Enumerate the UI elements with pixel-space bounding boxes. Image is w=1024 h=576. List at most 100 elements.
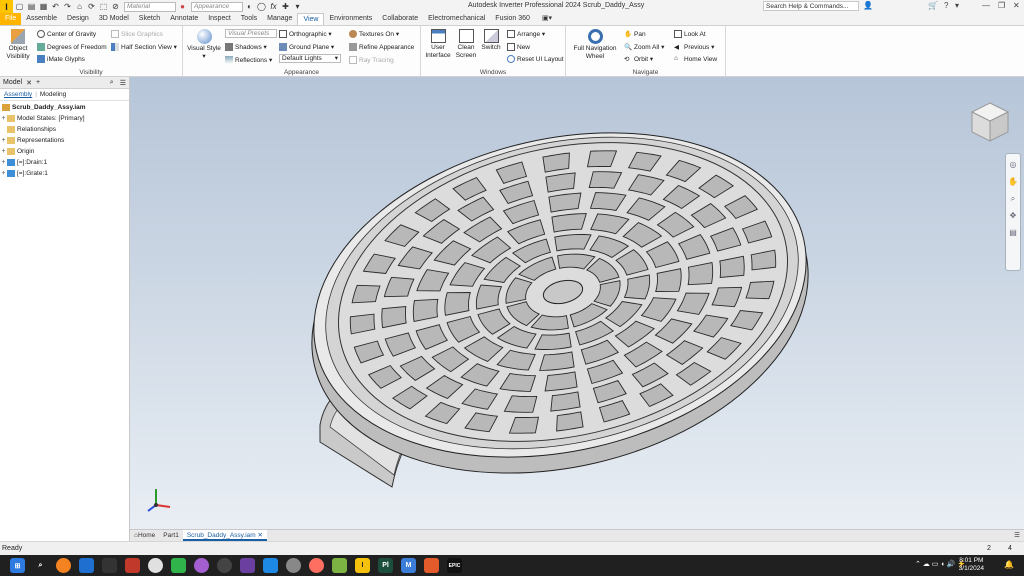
cart-icon[interactable]: 🛒 xyxy=(928,1,938,10)
home-icon[interactable]: ⌂ xyxy=(74,1,85,12)
doctab-scrub-daddy[interactable]: Scrub_Daddy_Assy.iam ✕ xyxy=(182,530,267,541)
adjust-icon[interactable]: ◐ xyxy=(244,1,255,12)
tree-root[interactable]: Scrub_Daddy_Assy.iam xyxy=(0,102,129,113)
steering-wheel-icon[interactable]: ◎ xyxy=(1006,158,1020,171)
search-input[interactable]: Search Help & Commands... xyxy=(763,1,859,11)
look-at-icon[interactable]: ▤ xyxy=(1006,226,1020,239)
tab-inspect[interactable]: Inspect xyxy=(203,13,236,25)
visual-studio-icon[interactable] xyxy=(240,558,255,573)
inventor-taskbar-icon[interactable]: I xyxy=(355,558,370,573)
app-icon-m[interactable]: M xyxy=(401,558,416,573)
visual-presets-combo[interactable]: Visual Presets xyxy=(225,29,277,38)
vscode-icon[interactable] xyxy=(263,558,278,573)
tree-item-model-states[interactable]: + Model States: [Primary] xyxy=(0,113,129,124)
browser-close-icon[interactable]: ✕ xyxy=(26,79,32,87)
app-icon-8[interactable] xyxy=(217,558,232,573)
new-window-button[interactable]: New xyxy=(507,43,530,51)
minimize-icon[interactable]: — xyxy=(982,1,990,10)
degrees-of-freedom-button[interactable]: Degrees of Freedom xyxy=(37,43,107,51)
tab-manage[interactable]: Manage xyxy=(262,13,297,25)
orthographic-button[interactable]: Orthographic ▾ xyxy=(279,30,332,38)
refine-appearance-button[interactable]: Refine Appearance xyxy=(349,43,414,51)
object-visibility-button[interactable]: Object Visibility xyxy=(5,29,31,61)
open-icon[interactable]: ▤ xyxy=(26,1,37,12)
help-icon[interactable]: ? xyxy=(944,1,948,10)
textures-on-button[interactable]: Textures On ▾ xyxy=(349,30,399,38)
menu-down-icon[interactable]: ▾ xyxy=(955,1,959,10)
zoom-icon[interactable]: ⌕ xyxy=(1006,192,1020,205)
app-icon-6[interactable] xyxy=(171,558,186,573)
brave-icon[interactable] xyxy=(424,558,439,573)
app-icon-1[interactable] xyxy=(56,558,71,573)
doctab-close-icon[interactable]: ✕ xyxy=(258,532,263,539)
home-view-button[interactable]: ⌂ Home View xyxy=(674,55,717,63)
full-navigation-wheel-button[interactable]: Full Navigation Wheel xyxy=(570,29,620,61)
expand-icon[interactable]: + xyxy=(0,159,7,166)
tree-item-grate[interactable]: + [=]:Grate:1 xyxy=(0,168,129,179)
browser-menu-icon[interactable]: ☰ xyxy=(120,79,126,87)
tree-item-relationships[interactable]: Relationships xyxy=(0,124,129,135)
tab-menu-icon[interactable]: ☰ xyxy=(1010,530,1024,541)
reset-ui-button[interactable]: Reset UI Layout xyxy=(507,55,564,63)
update-icon[interactable]: ⟳ xyxy=(86,1,97,12)
pan-icon[interactable]: ✋ xyxy=(1006,175,1020,188)
clear-icon[interactable]: ◯ xyxy=(256,1,267,12)
tab-file[interactable]: File xyxy=(0,13,22,25)
reflections-button[interactable]: Reflections ▾ xyxy=(225,56,272,64)
redo-icon[interactable]: ↷ xyxy=(62,1,73,12)
app-icon-11[interactable] xyxy=(332,558,347,573)
tab-environments[interactable]: Environments xyxy=(324,13,377,25)
undo-icon[interactable]: ↶ xyxy=(50,1,61,12)
tree-item-representations[interactable]: + Representations xyxy=(0,135,129,146)
expand-icon[interactable]: + xyxy=(0,148,7,155)
half-section-view-button[interactable]: Half Section View ▾ xyxy=(111,43,177,51)
look-at-button[interactable]: Look At xyxy=(674,30,706,38)
user-interface-button[interactable]: User Interface xyxy=(424,29,452,60)
zoom-all-button[interactable]: 🔍 Zoom All ▾ xyxy=(624,43,664,52)
tab-annotate[interactable]: Annotate xyxy=(165,13,203,25)
previous-button[interactable]: ◀ Previous ▾ xyxy=(674,43,714,52)
center-of-gravity-button[interactable]: Center of Gravity xyxy=(37,30,96,38)
select-icon[interactable]: ⬚ xyxy=(98,1,109,12)
tab-collaborate[interactable]: Collaborate xyxy=(377,13,423,25)
app-icon-3[interactable] xyxy=(102,558,117,573)
expand-icon[interactable]: + xyxy=(0,115,7,122)
browser-add-icon[interactable]: + xyxy=(36,79,40,86)
fx-icon[interactable]: fx xyxy=(268,1,279,12)
tab-tools[interactable]: Tools xyxy=(236,13,262,25)
expand-icon[interactable]: + xyxy=(0,170,7,177)
subtab-assembly[interactable]: Assembly xyxy=(4,91,32,98)
doctab-part1[interactable]: Part1 xyxy=(159,530,183,541)
tab-electromechanical[interactable]: Electromechanical xyxy=(423,13,490,25)
new-icon[interactable]: ▢ xyxy=(14,1,25,12)
material-select[interactable]: Material xyxy=(124,1,176,12)
app-icon-5[interactable] xyxy=(148,558,163,573)
clock[interactable]: 8:01 PM 3/1/2024 xyxy=(959,557,984,573)
browser-search-icon[interactable]: ⌕ xyxy=(110,79,114,87)
app-icon-9[interactable] xyxy=(286,558,301,573)
close-icon[interactable]: ✕ xyxy=(1013,1,1020,10)
app-icon-pl[interactable]: Pl xyxy=(378,558,393,573)
app-icon-2[interactable] xyxy=(79,558,94,573)
tab-design[interactable]: Design xyxy=(62,13,94,25)
subtab-modeling[interactable]: Modeling xyxy=(40,91,66,98)
visual-style-button[interactable]: Visual Style ▾ xyxy=(186,29,222,61)
browser-title[interactable]: Model xyxy=(3,79,22,86)
epic-games-icon[interactable]: EPIC xyxy=(447,558,462,573)
ground-plane-button[interactable]: Ground Plane ▾ xyxy=(279,43,334,51)
customize-icon[interactable]: ▾ xyxy=(292,1,303,12)
orbit-icon[interactable]: ✥ xyxy=(1006,209,1020,222)
save-icon[interactable]: ▦ xyxy=(38,1,49,12)
inventor-logo[interactable]: I xyxy=(0,0,13,13)
tree-item-drain[interactable]: + [=]:Drain:1 xyxy=(0,157,129,168)
lighting-combo[interactable]: Default Lights ▾ xyxy=(279,54,341,63)
tab-view[interactable]: View xyxy=(297,13,325,25)
tab-fusion-360[interactable]: Fusion 360 xyxy=(490,13,535,25)
arrange-button[interactable]: Arrange ▾ xyxy=(507,30,545,38)
tab-3d-model[interactable]: 3D Model xyxy=(94,13,134,25)
ribbon-options-icon[interactable]: ▣▾ xyxy=(537,13,557,25)
graphics-viewport[interactable]: ◎ ✋ ⌕ ✥ ▤ xyxy=(130,77,1024,529)
tab-assemble[interactable]: Assemble xyxy=(21,13,62,25)
tab-sketch[interactable]: Sketch xyxy=(134,13,165,25)
imate-glyphs-button[interactable]: iMate Glyphs xyxy=(37,55,85,63)
